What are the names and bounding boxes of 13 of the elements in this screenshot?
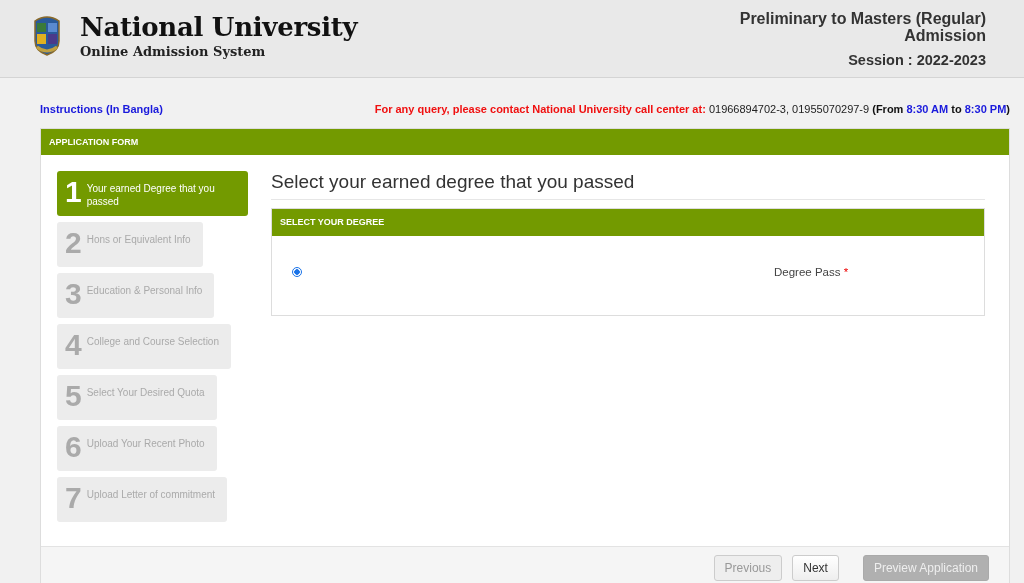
panel-header: APPLICATION FORM: [41, 129, 1009, 155]
contact-notice: For any query, please contact National University call center at: 01966894702-3, 01955070297-9 (From 8:30 AM to 8:30 PM): [374, 103, 1010, 115]
program-title: Preliminary to Masters (Regular) Admission: [738, 10, 986, 44]
section-heading: Select your earned degree that you passed: [271, 171, 985, 200]
instructions-link[interactable]: Instructions (In Bangla): [40, 103, 163, 115]
session-label: Session : 2022-2023: [847, 52, 986, 68]
option-label: Degree Pass *: [774, 266, 849, 278]
university-logo: [32, 13, 62, 57]
degree-panel-header: SELECT YOUR DEGREE: [272, 209, 984, 236]
radio-button[interactable]: [292, 267, 302, 277]
next-button[interactable]: Next: [792, 555, 839, 581]
site-title: National University: [80, 12, 358, 42]
site-subtitle: Online Admission System: [80, 44, 267, 59]
